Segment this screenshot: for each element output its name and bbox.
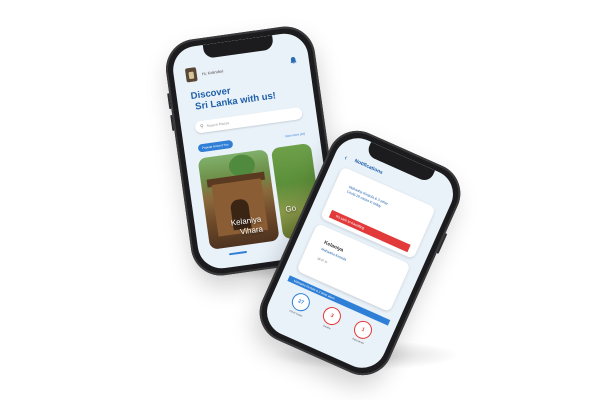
place-card-2-label: Go xyxy=(284,203,297,215)
place-card-label: Kelaniya Vihara xyxy=(230,215,263,239)
page-title: Discover Sri Lanka with us! xyxy=(190,79,277,113)
notch xyxy=(202,35,275,59)
stat-label: Deaths xyxy=(322,324,332,331)
view-more-link[interactable]: View more (10) xyxy=(285,132,306,139)
notification-text: Mahaaha Kirstola & 3 other Covid-19 case… xyxy=(346,185,388,211)
stat-item: 3 Deaths xyxy=(315,304,344,339)
stat-item: 27 Covid Cases xyxy=(284,290,313,325)
tab-indicator xyxy=(229,250,248,256)
chevron-left-icon[interactable]: ‹ xyxy=(343,152,349,161)
category-chip[interactable]: Popular Around You xyxy=(197,139,233,153)
notification-time: 18:37 hr xyxy=(316,256,329,265)
side-button xyxy=(167,93,172,110)
bell-icon[interactable] xyxy=(289,56,297,65)
search-input[interactable]: ⚲ Search Places xyxy=(194,106,303,134)
greeting-text: Hi, Kalindiwi xyxy=(201,67,224,76)
search-placeholder: Search Places xyxy=(206,121,230,129)
place-card-kelaniya[interactable]: Kelaniya Vihara xyxy=(197,149,280,250)
avatar[interactable] xyxy=(184,67,198,83)
stat-item: 1 Recovered xyxy=(346,317,375,353)
side-button xyxy=(170,114,175,132)
search-icon: ⚲ xyxy=(199,123,205,131)
home-header: Hi, Kalindiwi xyxy=(184,52,298,83)
side-button xyxy=(436,233,448,254)
